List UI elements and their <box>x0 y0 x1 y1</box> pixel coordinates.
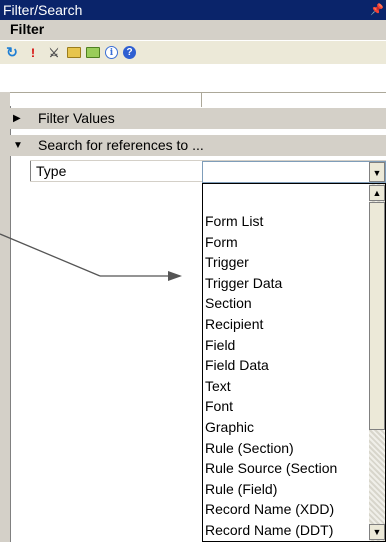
dropdown-option[interactable]: Rule (Field) <box>205 479 369 500</box>
grid-header-strip <box>10 92 386 107</box>
filter-search-panel: Filter/Search 📌 Filter ↻ ! ⚔ i ? ▶ Filte… <box>0 0 386 542</box>
grid-column-divider[interactable] <box>201 93 202 107</box>
scroll-thumb[interactable] <box>369 202 385 430</box>
category-label: Filter Values <box>38 110 115 126</box>
dropdown-option[interactable]: Trigger <box>205 252 369 273</box>
dropdown-option[interactable]: Text <box>205 376 369 397</box>
dropdown-option[interactable]: Trigger Data <box>205 273 369 294</box>
category-filter-values[interactable]: ▶ Filter Values <box>10 108 386 129</box>
dropdown-option[interactable]: Field Data <box>205 355 369 376</box>
grid-left-margin <box>0 92 10 542</box>
dropdown-option[interactable]: Font <box>205 396 369 417</box>
folder-green-icon[interactable] <box>86 47 100 58</box>
exclamation-icon[interactable]: ! <box>25 45 41 61</box>
collapse-triangle-icon[interactable]: ▼ <box>13 135 27 156</box>
type-combobox[interactable]: ▼ <box>202 161 386 183</box>
dropdown-option[interactable]: Rule Source (Section <box>205 458 369 479</box>
property-name: Type <box>36 163 67 179</box>
dropdown-option[interactable]: Field <box>205 335 369 356</box>
dropdown-option[interactable]: Section <box>205 293 369 314</box>
scroll-up-arrow-icon[interactable]: ▲ <box>369 185 385 201</box>
dropdown-scrollbar[interactable]: ▲ ▼ <box>369 184 385 541</box>
category-label: Search for references to ... <box>38 137 204 153</box>
type-dropdown-list[interactable]: Form List Form Trigger Trigger Data Sect… <box>202 183 386 542</box>
pushpin-icon[interactable]: 📌 <box>370 0 384 20</box>
dropdown-option[interactable]: Recipient <box>205 314 369 335</box>
dropdown-option[interactable]: Record Name (XDD) <box>205 499 369 520</box>
category-search-references[interactable]: ▼ Search for references to ... <box>10 135 386 156</box>
toolbar: ↻ ! ⚔ i ? <box>0 40 386 64</box>
refresh-icon[interactable]: ↻ <box>4 44 20 61</box>
dropdown-option[interactable]: Record Name (DDT) <box>205 520 369 541</box>
dropdown-option[interactable]: Rule (Section) <box>205 438 369 459</box>
help-icon[interactable]: ? <box>123 46 136 59</box>
window-title-bar[interactable]: Filter/Search 📌 <box>0 0 386 20</box>
scroll-down-arrow-icon[interactable]: ▼ <box>369 524 385 540</box>
expand-triangle-icon[interactable]: ▶ <box>13 108 27 129</box>
dropdown-option[interactable]: Form <box>205 232 369 253</box>
binoculars-icon[interactable]: ⚔ <box>46 45 62 61</box>
dropdown-option[interactable]: Graphic <box>205 417 369 438</box>
chevron-down-icon[interactable]: ▼ <box>369 162 385 182</box>
panel-header: Filter <box>10 21 45 37</box>
dropdown-options: Form List Form Trigger Trigger Data Sect… <box>205 211 369 541</box>
dropdown-option[interactable]: Form List <box>205 211 369 232</box>
info-icon[interactable]: i <box>105 46 118 59</box>
folder-icon[interactable] <box>67 47 81 58</box>
window-title: Filter/Search <box>3 2 83 18</box>
